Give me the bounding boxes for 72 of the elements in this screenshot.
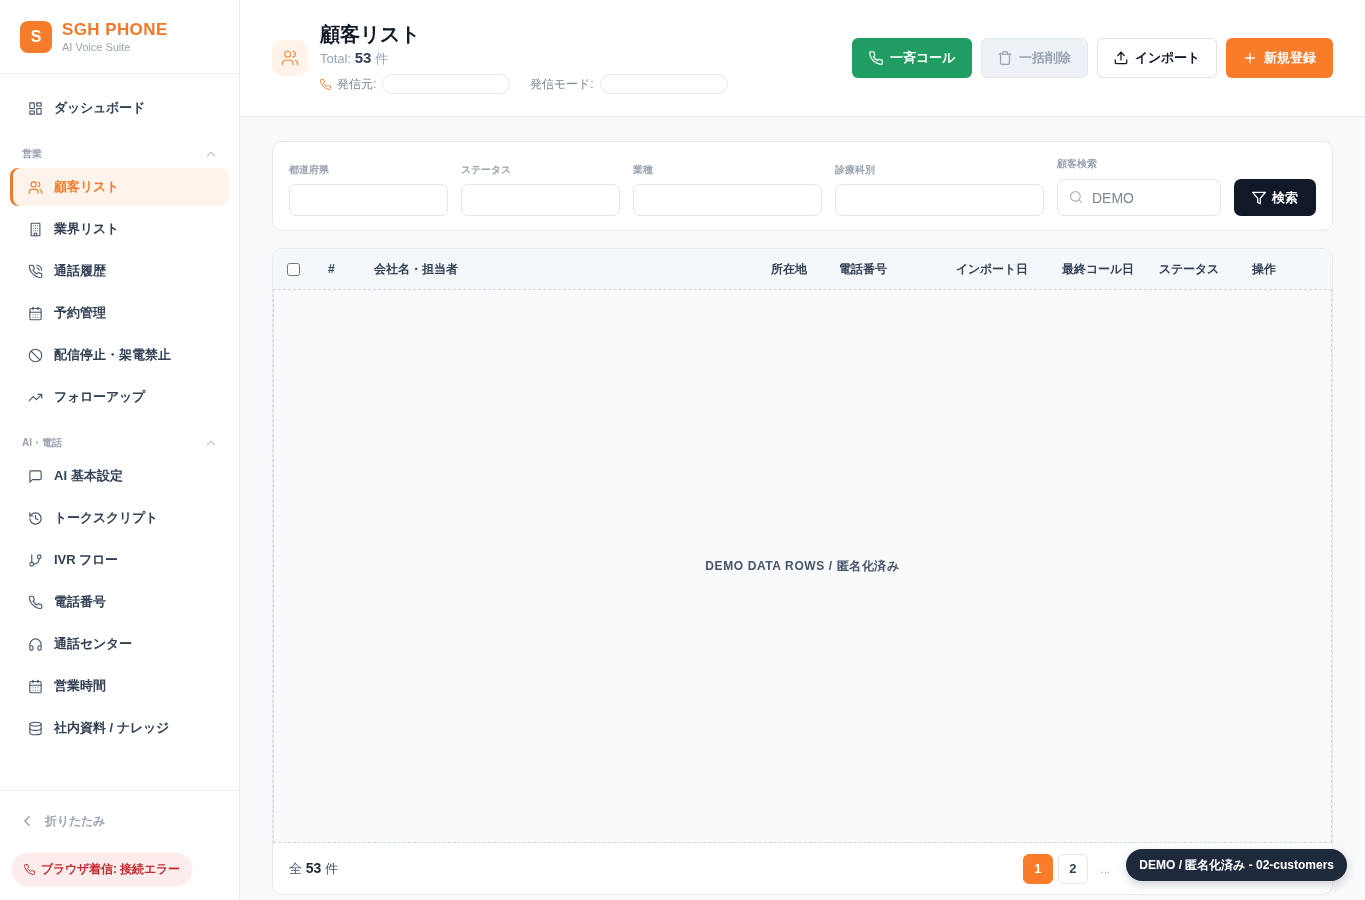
column-header: インポート日 xyxy=(956,260,1028,278)
nav-item[interactable]: フォローアップ xyxy=(10,378,229,416)
phone-call-icon xyxy=(28,263,43,279)
calendar-icon xyxy=(28,678,43,694)
filter-label: 顧客検索 xyxy=(1057,157,1098,171)
users-icon xyxy=(28,179,43,195)
nav-item[interactable]: 予約管理 xyxy=(10,294,229,332)
filter-label: 業種 xyxy=(633,163,654,177)
column-header: 最終コール日 xyxy=(1062,260,1134,278)
field-label: 発信元: xyxy=(337,76,377,92)
filter-label: 都道府県 xyxy=(289,163,330,177)
building-icon xyxy=(28,221,43,237)
filter-field[interactable] xyxy=(289,184,448,216)
nav-item[interactable]: 通話履歴 xyxy=(10,252,229,290)
demo-badge: DEMO / 匿名化済み - 02-customers xyxy=(1126,849,1347,881)
filter-field[interactable] xyxy=(461,184,620,216)
field-label: 発信モード: xyxy=(530,76,594,92)
brand-name: SGH PHONE xyxy=(62,19,168,40)
phone-icon xyxy=(28,594,43,610)
search-icon xyxy=(1070,191,1082,203)
filter-label: 診療科別 xyxy=(835,163,876,177)
nav-item[interactable]: 電話番号 xyxy=(10,583,229,621)
grid-icon xyxy=(28,100,43,116)
column-header: 所在地 xyxy=(771,260,807,278)
filter-field[interactable] xyxy=(835,184,1044,216)
filter-field[interactable] xyxy=(633,184,822,216)
column-header: 電話番号 xyxy=(839,260,887,278)
history-icon xyxy=(28,510,43,526)
headphones-icon xyxy=(28,636,43,652)
nav-item[interactable]: 配信停止・架電禁止 xyxy=(10,336,229,374)
page-button[interactable]: 2 xyxy=(1057,853,1088,884)
import-button[interactable]: インポート xyxy=(1097,38,1217,78)
nav-item[interactable]: 営業時間 xyxy=(10,667,229,705)
pagination-ellipsis: ... xyxy=(1100,862,1110,875)
calendar-icon xyxy=(28,305,43,321)
nav-item[interactable]: 社内資料 / ナレッジ xyxy=(10,709,229,747)
logo-tile: S xyxy=(20,20,52,53)
phone-icon xyxy=(320,78,331,90)
nav-item[interactable]: 通話センター xyxy=(10,625,229,663)
nav-item[interactable]: 業界リスト xyxy=(10,210,229,248)
prohibited-icon xyxy=(28,347,43,363)
filter-icon xyxy=(1252,190,1266,205)
brand-tagline: AI Voice Suite xyxy=(62,39,132,54)
chat-bubble-icon xyxy=(28,468,43,484)
demo-rows-note: DEMO DATA ROWS / 匿名化済み xyxy=(705,557,900,575)
phone-icon xyxy=(869,51,883,65)
plus-icon xyxy=(1243,51,1257,65)
search-button[interactable]: 検索 xyxy=(1234,179,1316,216)
database-icon xyxy=(28,720,43,736)
select-all-checkbox[interactable] xyxy=(287,262,300,276)
chevron-left-icon xyxy=(24,816,30,826)
column-header: ステータス xyxy=(1159,260,1219,278)
users-icon xyxy=(272,40,308,76)
search-field[interactable]: DEMO xyxy=(1057,179,1221,216)
upload-icon xyxy=(1114,51,1128,65)
filter-label: ステータス xyxy=(461,163,512,177)
column-header: # xyxy=(328,262,335,276)
page-title: 顧客リスト xyxy=(320,22,421,46)
call-status-text: ブラウザ着信: 接続エラー xyxy=(41,860,181,878)
nav-item[interactable]: IVR フロー xyxy=(10,541,229,579)
total-count: 全 53 件 xyxy=(289,859,338,878)
column-header: 操作 xyxy=(1252,260,1276,278)
nav-item[interactable]: AI 基本設定 xyxy=(10,457,229,495)
column-header: 会社名・担当者 xyxy=(374,260,458,278)
trash-icon xyxy=(998,51,1012,65)
input-field[interactable] xyxy=(599,74,728,94)
nav-item[interactable]: トークスクリプト xyxy=(10,499,229,537)
input-field[interactable] xyxy=(382,74,511,94)
branch-icon xyxy=(28,552,43,568)
phone-icon xyxy=(24,863,35,875)
nav-item[interactable]: ダッシュボード xyxy=(10,89,229,127)
total-count: Total: 53 件 xyxy=(320,49,389,68)
